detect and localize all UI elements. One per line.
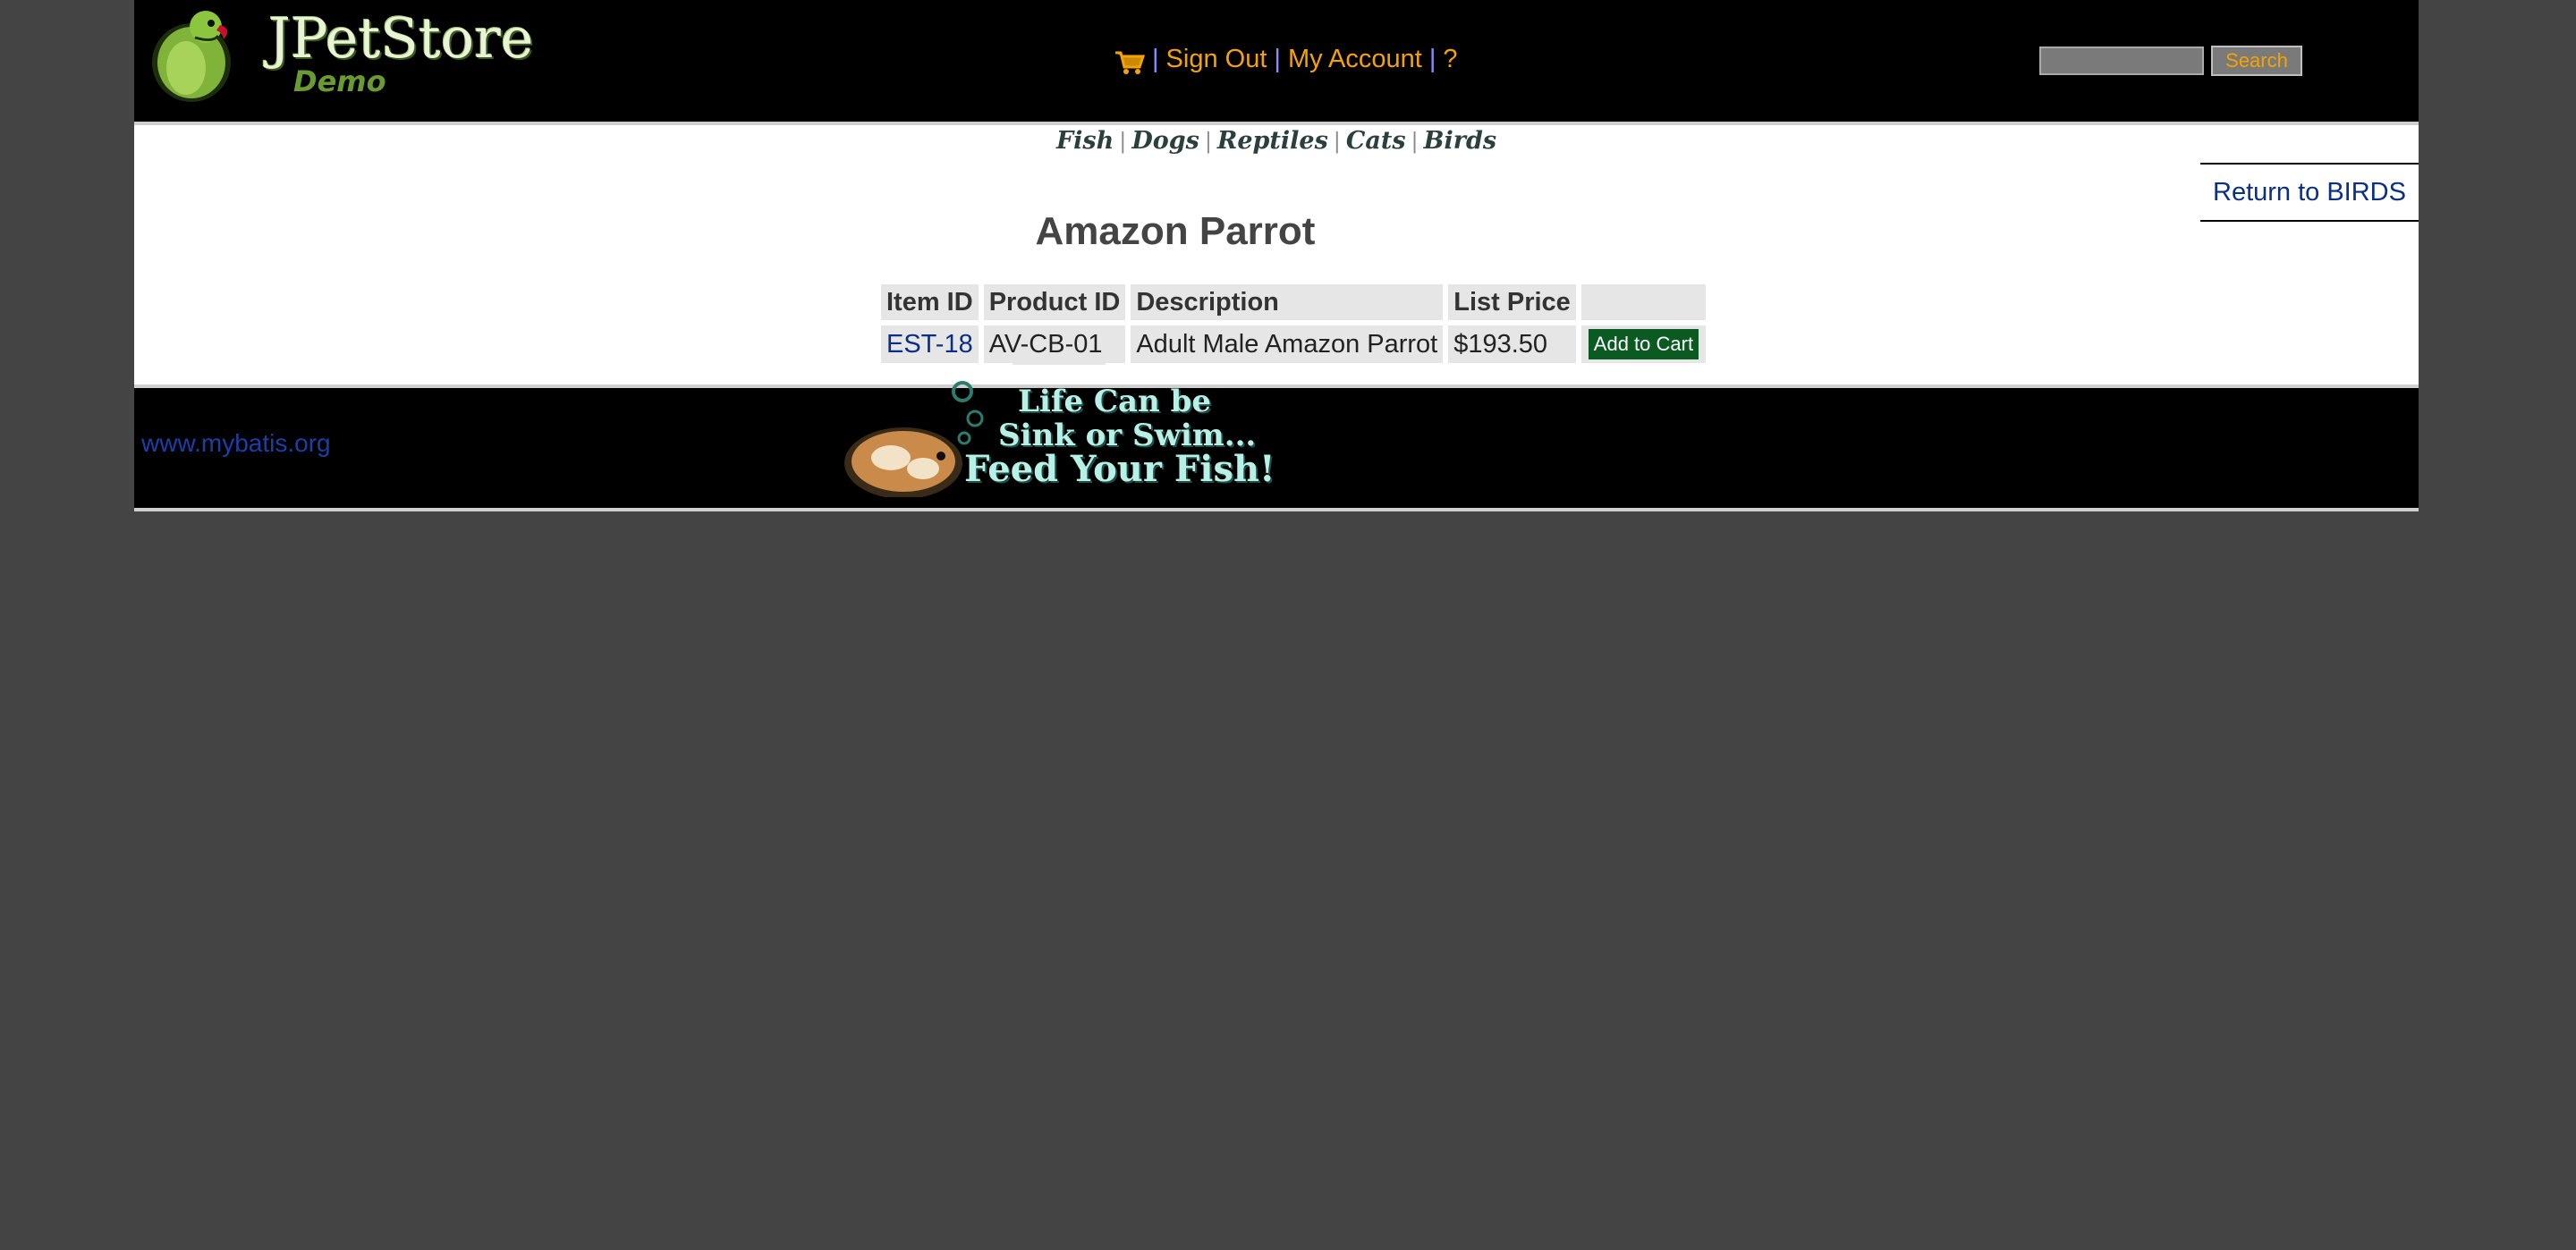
quicklinks: Fish | Dogs | Reptiles | Cats | Birds: [134, 127, 2419, 155]
search-input[interactable]: [2039, 46, 2204, 75]
logo[interactable]: JPetStore Demo: [150, 4, 533, 104]
quicklink-fish[interactable]: Fish: [1056, 127, 1114, 155]
header-description: Description: [1131, 284, 1444, 320]
menu-separator: |: [1274, 44, 1281, 73]
list-price-cell: $193.50: [1448, 325, 1576, 363]
header-action: [1580, 284, 1707, 320]
banner-text: Life Can be Sink or Swim... Feed Your Fi…: [964, 384, 1275, 490]
quicklink-reptiles[interactable]: Reptiles: [1217, 127, 1328, 155]
search-button[interactable]: Search: [2211, 46, 2302, 76]
footer: www.mybatis.org Life Can be Sink or Swim…: [134, 381, 2419, 508]
quicklink-separator: |: [1119, 129, 1127, 154]
quicklink-separator: |: [1204, 129, 1212, 154]
menu-separator: |: [1428, 44, 1436, 73]
header-item-id: Item ID: [881, 284, 979, 320]
my-account-link[interactable]: My Account: [1288, 45, 1422, 74]
banner-line: Feed Your Fish!: [964, 448, 1275, 490]
item-table: Item ID Product ID Description List Pric…: [876, 279, 1711, 368]
footer-divider-bottom: [134, 508, 2419, 511]
quicklink-birds[interactable]: Birds: [1424, 127, 1496, 155]
cart-icon[interactable]: [1114, 49, 1145, 76]
menu-separator: |: [1152, 44, 1159, 73]
table-row: EST-18 AV-CB-01 Adult Male Amazon Parrot…: [881, 325, 1707, 363]
add-to-cart-button[interactable]: Add to Cart: [1586, 327, 1701, 361]
return-to-birds-link[interactable]: Return to BIRDS: [2200, 163, 2419, 222]
quicklink-cats[interactable]: Cats: [1346, 127, 1406, 155]
logo-subtitle: Demo: [293, 64, 386, 98]
table-header-row: Item ID Product ID Description List Pric…: [881, 284, 1707, 320]
sign-out-link[interactable]: Sign Out: [1166, 45, 1267, 74]
mybatis-link[interactable]: www.mybatis.org: [141, 429, 331, 458]
banner-line: Life Can be: [1018, 384, 1211, 419]
quicklink-separator: |: [1333, 129, 1341, 154]
parrot-logo-icon: [152, 11, 231, 102]
help-link[interactable]: ?: [1443, 45, 1457, 74]
header-list-price: List Price: [1448, 284, 1576, 320]
item-id-link[interactable]: EST-18: [881, 325, 979, 363]
header: JPetStore Demo | Sign Out | My Account |…: [134, 0, 2419, 122]
page-title: Amazon Parrot: [1035, 209, 1316, 253]
action-cell: Add to Cart: [1580, 325, 1707, 363]
fish-banner-icon: [844, 381, 984, 497]
header-menu: | Sign Out | My Account | ?: [1114, 41, 1458, 77]
logo-title: JPetStore: [268, 5, 534, 71]
banner[interactable]: Life Can be Sink or Swim... Feed Your Fi…: [841, 381, 1288, 497]
quicklink-dogs[interactable]: Dogs: [1131, 127, 1199, 155]
quicklink-separator: |: [1411, 129, 1419, 154]
table-footer-cell: [1013, 356, 1106, 365]
main-content: Fish | Dogs | Reptiles | Cats | Birds Return to …: [134, 125, 2419, 384]
header-product-id: Product ID: [983, 284, 1126, 320]
description-cell: Adult Male Amazon Parrot: [1131, 325, 1444, 363]
